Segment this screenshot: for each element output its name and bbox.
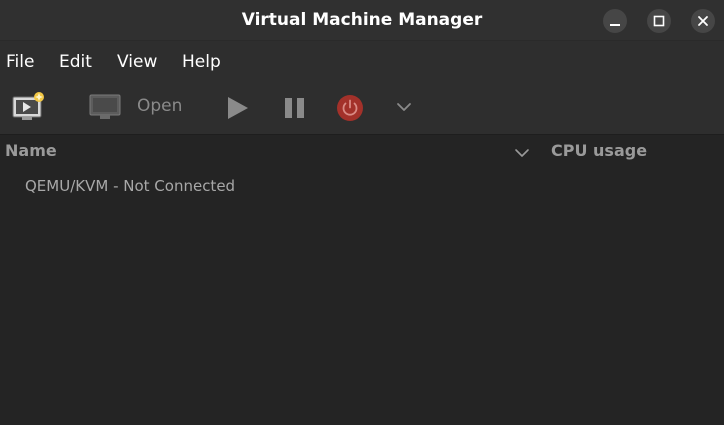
title-bar: Virtual Machine Manager (0, 0, 724, 40)
shutdown-button[interactable] (336, 94, 364, 122)
open-label: Open (137, 96, 183, 116)
chevron-down-icon (397, 103, 411, 111)
list-item[interactable]: QEMU/KVM - Not Connected (0, 172, 724, 200)
run-button[interactable] (226, 96, 250, 120)
menu-file[interactable]: File (6, 41, 34, 81)
column-header-cpu-usage[interactable]: CPU usage (551, 140, 647, 162)
connection-label: QEMU/KVM - Not Connected (25, 177, 236, 195)
power-icon (337, 95, 363, 121)
maximize-button[interactable] (647, 9, 671, 33)
shutdown-menu-button[interactable] (396, 101, 412, 113)
close-button[interactable] (691, 9, 715, 33)
toolbar: Open (0, 80, 724, 135)
column-header-name[interactable]: Name (5, 140, 57, 162)
pause-button[interactable] (284, 97, 306, 119)
app-window: Virtual Machine Manager File Edit View H… (0, 0, 724, 425)
minimize-icon (610, 24, 620, 26)
pause-icon (285, 98, 304, 118)
menu-bar: File Edit View Help (0, 40, 724, 81)
column-menu-button[interactable] (514, 144, 530, 163)
list-header: Name CPU usage (0, 135, 724, 167)
menu-edit[interactable]: Edit (59, 41, 92, 81)
close-icon (698, 16, 708, 26)
menu-view[interactable]: View (117, 41, 157, 81)
minimize-button[interactable] (603, 9, 627, 33)
play-icon (228, 97, 248, 119)
open-button[interactable] (89, 94, 123, 120)
new-vm-button[interactable] (11, 91, 47, 123)
maximize-icon (653, 15, 665, 27)
chevron-down-icon (515, 149, 529, 157)
new-vm-icon (12, 92, 44, 120)
monitor-icon (89, 94, 121, 119)
menu-help[interactable]: Help (182, 41, 221, 81)
